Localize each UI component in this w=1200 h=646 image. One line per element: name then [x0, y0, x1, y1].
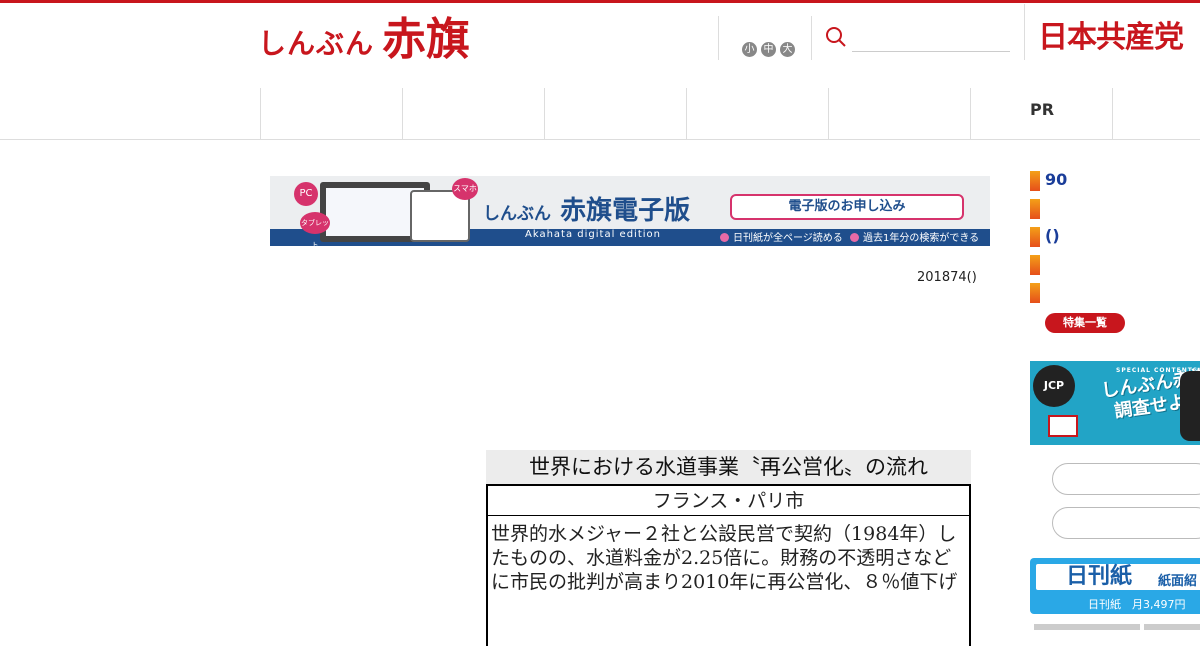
table-city: フランス・パリ市: [486, 484, 971, 516]
akahata-logo[interactable]: しんぶん 赤旗: [258, 12, 470, 64]
top-accent-line: [0, 0, 1200, 3]
sidebar-bullet: [1030, 255, 1040, 275]
banner-title-big: 赤旗電子版: [560, 196, 691, 226]
font-size-switcher: 小 中 大: [742, 42, 795, 57]
font-size-large-button[interactable]: 大: [780, 42, 795, 57]
nav-item[interactable]: [1112, 88, 1200, 139]
daily-paper-subtitle: 紙面紹: [1158, 574, 1198, 589]
banner-title-small: しんぶん: [483, 204, 551, 224]
sidebar-pill-button[interactable]: [1052, 507, 1200, 539]
header-divider: [718, 16, 719, 60]
sidebar-item-label: (): [1045, 226, 1060, 245]
sidebar-bullet: [1030, 283, 1040, 303]
nav-item[interactable]: [686, 88, 828, 139]
sidebar-next-banner[interactable]: [1144, 624, 1200, 630]
daily-paper-price: 日刊紙 月3,497円: [1088, 598, 1186, 611]
bubble-tablet: タブレット: [300, 212, 330, 246]
nav-item[interactable]: [544, 88, 686, 139]
jcp-magazine-badge: JCP: [1033, 365, 1075, 407]
spy-figure-icon: [1180, 371, 1200, 441]
nav-item[interactable]: [828, 88, 970, 139]
daily-paper-title: 日刊紙: [1066, 564, 1133, 589]
header-divider: [811, 16, 812, 60]
logo-akahata-text: 赤旗: [382, 14, 471, 65]
nav-item[interactable]: [402, 88, 544, 139]
logo-shinbun-text: しんぶん: [258, 27, 375, 60]
sidebar-bullet: [1030, 199, 1040, 219]
header-divider: [1024, 4, 1025, 60]
font-size-small-button[interactable]: 小: [742, 42, 757, 57]
jcp-logo[interactable]: 日本共産党: [1038, 12, 1184, 56]
search-icon[interactable]: [825, 26, 847, 48]
sidebar-next-banner[interactable]: [1034, 624, 1140, 630]
nav-item[interactable]: [260, 88, 402, 139]
table-body: 世界的水メジャー２社と公設民営で契約（1984年）したものの、水道料金が2.25…: [486, 516, 971, 646]
font-size-medium-button[interactable]: 中: [761, 42, 776, 57]
banner-title: しんぶん 赤旗電子版: [483, 190, 690, 227]
digital-subscribe-button[interactable]: 電子版のお申し込み: [730, 194, 964, 220]
sidebar-item-label: 90: [1045, 170, 1068, 189]
nav-pr-label: PR: [1030, 100, 1055, 119]
article-date: 201874(): [917, 270, 977, 285]
banner-feature-1: 日刊紙が全ページ読める: [720, 229, 843, 244]
table-heading: 世界における水道事業〝再公営化〟の流れ: [486, 450, 971, 484]
main-nav: [0, 88, 1200, 140]
search-input[interactable]: [852, 51, 1010, 52]
bubble-phone: スマホ: [452, 178, 478, 200]
feature-list-button[interactable]: 特集一覧: [1045, 313, 1125, 333]
sidebar-bullet: [1030, 227, 1040, 247]
digital-edition-banner[interactable]: PC タブレット スマホ しんぶん 赤旗電子版 電子版のお申し込み Akahat…: [270, 176, 990, 246]
banner-feature-2: 過去1年分の検索ができる: [850, 229, 979, 244]
sidebar-pill-button[interactable]: [1052, 463, 1200, 495]
water-remunicipalization-table: 世界における水道事業〝再公営化〟の流れ フランス・パリ市 世界的水メジャー２社と…: [486, 450, 971, 646]
sidebar-bullet: [1030, 171, 1040, 191]
jcp-magazine-banner[interactable]: JCP SPECIAL CONTENTS しんぶん赤旗を 調査せよ!: [1030, 361, 1200, 445]
daily-paper-banner[interactable]: 日刊紙 紙面紹 日刊紙 月3,497円: [1030, 558, 1200, 614]
bubble-pc: PC: [294, 182, 318, 206]
newspaper-box-icon: [1048, 415, 1078, 437]
banner-english-text: Akahata digital edition: [525, 229, 661, 240]
